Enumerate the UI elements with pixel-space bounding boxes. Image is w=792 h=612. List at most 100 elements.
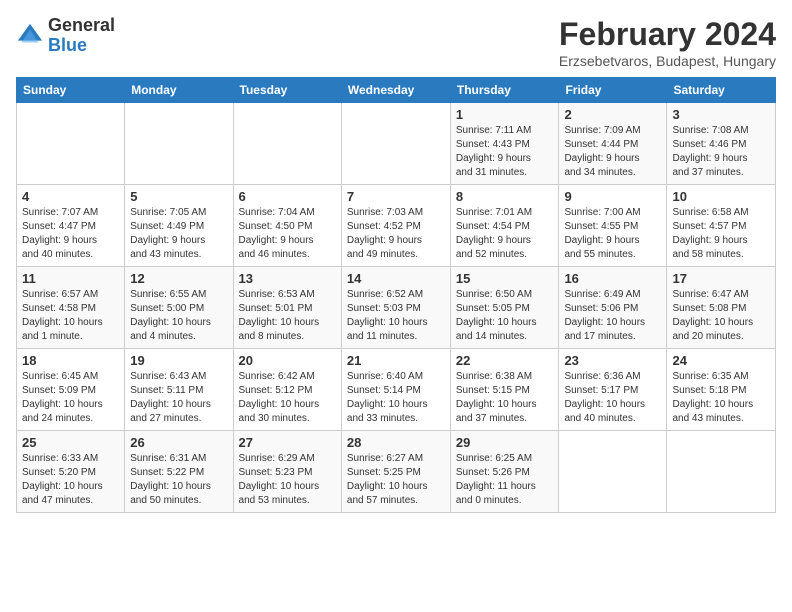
column-header-tuesday: Tuesday — [233, 78, 341, 103]
day-cell: 25Sunrise: 6:33 AM Sunset: 5:20 PM Dayli… — [17, 431, 125, 513]
week-row-4: 18Sunrise: 6:45 AM Sunset: 5:09 PM Dayli… — [17, 349, 776, 431]
week-row-1: 1 Sunrise: 7:11 AM Sunset: 4:43 PM Daylig… — [17, 103, 776, 185]
header-row: SundayMondayTuesdayWednesdayThursdayFrid… — [17, 78, 776, 103]
day-cell: 23 Sunrise: 6:36 AM Sunset: 5:17 PM Dayli… — [559, 349, 667, 431]
day-cell — [17, 103, 125, 185]
day-cell: 19 Sunrise: 6:43 AM Sunset: 5:11 PM Dayli… — [125, 349, 233, 431]
day-detail: Sunrise: 6:43 AM Sunset: 5:11 PM Dayligh… — [130, 370, 227, 426]
week-row-3: 11Sunrise: 6:57 AM Sunset: 4:58 PM Dayli… — [17, 267, 776, 349]
day-detail: Sunrise: 6:36 AM Sunset: 5:17 PM Dayligh… — [564, 370, 661, 426]
day-detail: Sunrise: 6:38 AM Sunset: 5:15 PM Dayligh… — [456, 370, 554, 426]
day-cell — [559, 431, 667, 513]
day-number: 12 — [130, 271, 227, 286]
day-cell: 9Sunrise: 7:00 AM Sunset: 4:55 PM Daylig… — [559, 185, 667, 267]
day-cell: 8 Sunrise: 7:01 AM Sunset: 4:54 PM Daylig… — [450, 185, 559, 267]
day-detail: Sunrise: 6:47 AM Sunset: 5:08 PM Dayligh… — [672, 288, 770, 344]
day-number: 20 — [239, 353, 336, 368]
day-cell: 5Sunrise: 7:05 AM Sunset: 4:49 PM Daylig… — [125, 185, 233, 267]
day-cell: 6 Sunrise: 7:04 AM Sunset: 4:50 PM Daylig… — [233, 185, 341, 267]
day-detail: Sunrise: 6:25 AM Sunset: 5:26 PM Dayligh… — [456, 452, 554, 508]
day-detail: Sunrise: 7:01 AM Sunset: 4:54 PM Dayligh… — [456, 206, 554, 262]
day-number: 17 — [672, 271, 770, 286]
column-header-thursday: Thursday — [450, 78, 559, 103]
day-detail: Sunrise: 7:09 AM Sunset: 4:44 PM Dayligh… — [564, 124, 661, 180]
day-number: 4 — [22, 189, 119, 204]
day-cell: 13 Sunrise: 6:53 AM Sunset: 5:01 PM Dayli… — [233, 267, 341, 349]
day-number: 8 — [456, 189, 554, 204]
week-row-5: 25Sunrise: 6:33 AM Sunset: 5:20 PM Dayli… — [17, 431, 776, 513]
day-detail: Sunrise: 6:42 AM Sunset: 5:12 PM Dayligh… — [239, 370, 336, 426]
calendar-title: February 2024 — [559, 16, 776, 53]
day-number: 29 — [456, 435, 554, 450]
day-number: 21 — [347, 353, 445, 368]
day-cell: 10 Sunrise: 6:58 AM Sunset: 4:57 PM Dayli… — [667, 185, 776, 267]
day-cell: 29 Sunrise: 6:25 AM Sunset: 5:26 PM Dayli… — [450, 431, 559, 513]
day-number: 16 — [564, 271, 661, 286]
day-number: 23 — [564, 353, 661, 368]
day-detail: Sunrise: 6:57 AM Sunset: 4:58 PM Dayligh… — [22, 288, 119, 344]
day-cell: 20 Sunrise: 6:42 AM Sunset: 5:12 PM Dayli… — [233, 349, 341, 431]
day-detail: Sunrise: 6:52 AM Sunset: 5:03 PM Dayligh… — [347, 288, 445, 344]
day-number: 7 — [347, 189, 445, 204]
day-cell: 28Sunrise: 6:27 AM Sunset: 5:25 PM Dayli… — [341, 431, 450, 513]
day-number: 25 — [22, 435, 119, 450]
column-header-wednesday: Wednesday — [341, 78, 450, 103]
day-detail: Sunrise: 7:00 AM Sunset: 4:55 PM Dayligh… — [564, 206, 661, 262]
day-number: 13 — [239, 271, 336, 286]
title-section: February 2024 Erzsebetvaros, Budapest, H… — [559, 16, 776, 69]
day-cell: 11Sunrise: 6:57 AM Sunset: 4:58 PM Dayli… — [17, 267, 125, 349]
day-detail: Sunrise: 7:04 AM Sunset: 4:50 PM Dayligh… — [239, 206, 336, 262]
day-cell — [667, 431, 776, 513]
day-number: 14 — [347, 271, 445, 286]
day-number: 24 — [672, 353, 770, 368]
day-cell: 16 Sunrise: 6:49 AM Sunset: 5:06 PM Dayli… — [559, 267, 667, 349]
day-detail: Sunrise: 6:31 AM Sunset: 5:22 PM Dayligh… — [130, 452, 227, 508]
week-row-2: 4Sunrise: 7:07 AM Sunset: 4:47 PM Daylig… — [17, 185, 776, 267]
day-cell: 17 Sunrise: 6:47 AM Sunset: 5:08 PM Dayli… — [667, 267, 776, 349]
day-number: 22 — [456, 353, 554, 368]
page-header: General Blue February 2024 Erzsebetvaros… — [16, 16, 776, 69]
day-number: 27 — [239, 435, 336, 450]
day-cell: 27Sunrise: 6:29 AM Sunset: 5:23 PM Dayli… — [233, 431, 341, 513]
day-cell — [125, 103, 233, 185]
day-detail: Sunrise: 6:49 AM Sunset: 5:06 PM Dayligh… — [564, 288, 661, 344]
day-cell: 24 Sunrise: 6:35 AM Sunset: 5:18 PM Dayli… — [667, 349, 776, 431]
day-cell: 7 Sunrise: 7:03 AM Sunset: 4:52 PM Daylig… — [341, 185, 450, 267]
day-number: 19 — [130, 353, 227, 368]
day-detail: Sunrise: 6:53 AM Sunset: 5:01 PM Dayligh… — [239, 288, 336, 344]
day-cell: 26 Sunrise: 6:31 AM Sunset: 5:22 PM Dayli… — [125, 431, 233, 513]
day-detail: Sunrise: 7:11 AM Sunset: 4:43 PM Dayligh… — [456, 124, 554, 180]
day-cell: 4Sunrise: 7:07 AM Sunset: 4:47 PM Daylig… — [17, 185, 125, 267]
day-number: 18 — [22, 353, 119, 368]
day-detail: Sunrise: 6:55 AM Sunset: 5:00 PM Dayligh… — [130, 288, 227, 344]
day-detail: Sunrise: 6:58 AM Sunset: 4:57 PM Dayligh… — [672, 206, 770, 262]
day-cell: 3 Sunrise: 7:08 AM Sunset: 4:46 PM Daylig… — [667, 103, 776, 185]
column-header-sunday: Sunday — [17, 78, 125, 103]
day-cell: 2 Sunrise: 7:09 AM Sunset: 4:44 PM Daylig… — [559, 103, 667, 185]
day-number: 3 — [672, 107, 770, 122]
day-number: 26 — [130, 435, 227, 450]
day-cell: 22 Sunrise: 6:38 AM Sunset: 5:15 PM Dayli… — [450, 349, 559, 431]
logo-icon — [16, 22, 44, 50]
day-cell: 12 Sunrise: 6:55 AM Sunset: 5:00 PM Dayli… — [125, 267, 233, 349]
day-number: 5 — [130, 189, 227, 204]
logo: General Blue — [16, 16, 115, 56]
day-number: 2 — [564, 107, 661, 122]
day-cell: 15 Sunrise: 6:50 AM Sunset: 5:05 PM Dayli… — [450, 267, 559, 349]
day-detail: Sunrise: 6:50 AM Sunset: 5:05 PM Dayligh… — [456, 288, 554, 344]
day-cell: 18Sunrise: 6:45 AM Sunset: 5:09 PM Dayli… — [17, 349, 125, 431]
day-cell: 21Sunrise: 6:40 AM Sunset: 5:14 PM Dayli… — [341, 349, 450, 431]
column-header-monday: Monday — [125, 78, 233, 103]
day-number: 6 — [239, 189, 336, 204]
day-cell — [233, 103, 341, 185]
day-detail: Sunrise: 6:35 AM Sunset: 5:18 PM Dayligh… — [672, 370, 770, 426]
day-number: 15 — [456, 271, 554, 286]
calendar-table: SundayMondayTuesdayWednesdayThursdayFrid… — [16, 77, 776, 513]
day-detail: Sunrise: 7:08 AM Sunset: 4:46 PM Dayligh… — [672, 124, 770, 180]
day-number: 1 — [456, 107, 554, 122]
day-cell — [341, 103, 450, 185]
day-number: 10 — [672, 189, 770, 204]
day-cell: 1 Sunrise: 7:11 AM Sunset: 4:43 PM Daylig… — [450, 103, 559, 185]
day-detail: Sunrise: 7:03 AM Sunset: 4:52 PM Dayligh… — [347, 206, 445, 262]
day-detail: Sunrise: 6:27 AM Sunset: 5:25 PM Dayligh… — [347, 452, 445, 508]
